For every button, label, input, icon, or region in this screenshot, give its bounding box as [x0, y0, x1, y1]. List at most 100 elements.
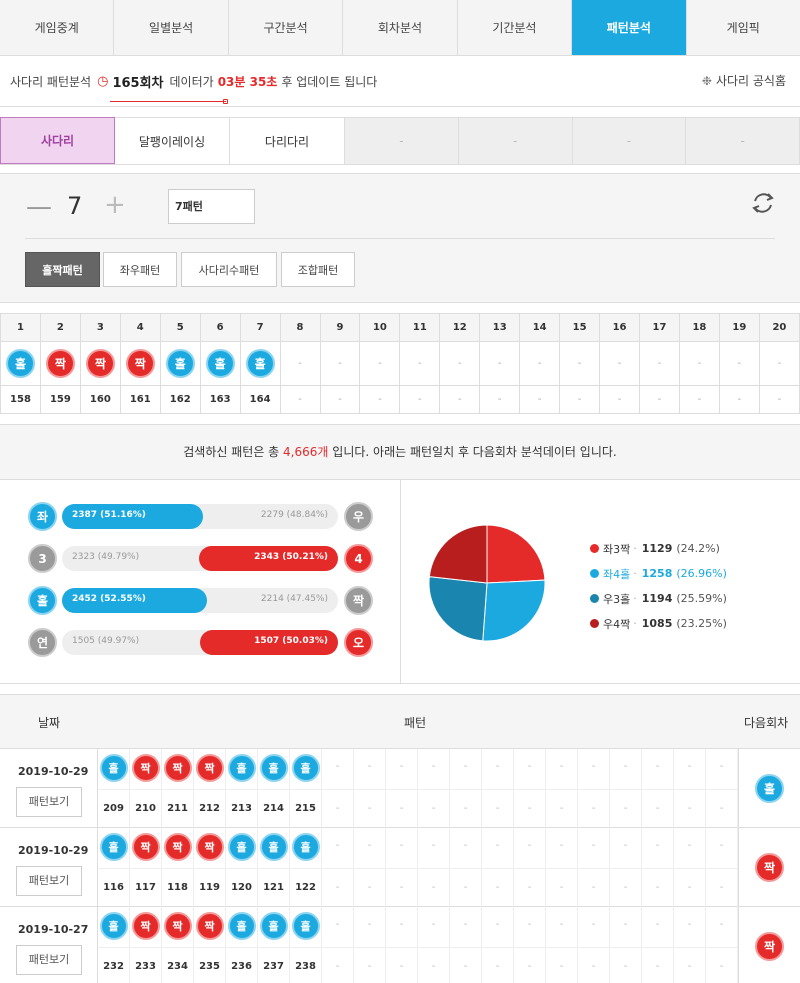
- history-ball: 홀: [227, 912, 256, 940]
- history-date-cell: 2019-10-27 패턴보기: [0, 907, 98, 983]
- history-ball: 홀: [99, 912, 128, 940]
- legend-dot: [590, 569, 599, 578]
- history-round-cell: 238: [290, 947, 322, 983]
- summary-before: 검색하신 패턴은 총: [183, 445, 280, 459]
- history-ball: 짝: [195, 833, 224, 861]
- history-ball-cell: -: [322, 749, 354, 789]
- ratio-track: 2323 (49.79%) 2343 (50.21%): [62, 546, 338, 571]
- grid-round-cell: -: [279, 385, 321, 414]
- history-round-cell: -: [418, 947, 450, 983]
- grid-round-cell: -: [479, 385, 521, 414]
- game-tab-label: 다리다리: [264, 134, 310, 149]
- increase-button[interactable]: +: [104, 190, 126, 220]
- next-round-ball: 홀: [755, 774, 784, 803]
- history-ball-cell: -: [642, 907, 674, 947]
- history-round-cell: -: [514, 789, 546, 828]
- grid-ball-cell: -: [399, 341, 441, 386]
- pattern-length-input[interactable]: 7패턴: [168, 189, 255, 224]
- official-home-label: 사다리 공식홈: [715, 74, 786, 88]
- history-date: 2019-10-29: [18, 765, 89, 778]
- game-tab-1[interactable]: 사다리: [0, 117, 115, 164]
- history-round-cell: -: [514, 947, 546, 983]
- info-bar: 사다리 패턴분석 ◷ 165회차 데이터가 03분 35초 후 업데이트 됩니다…: [0, 56, 800, 107]
- history-round-cell: -: [482, 947, 514, 983]
- nav-tab-label: 게임픽: [726, 21, 760, 35]
- history-round-cell: 122: [290, 868, 322, 907]
- pattern-type-tab-4[interactable]: 조합패턴: [281, 252, 355, 287]
- result-ball: 짝: [125, 349, 155, 378]
- history-round-cell: -: [450, 947, 482, 983]
- nav-tab-3[interactable]: 구간분석: [229, 0, 344, 55]
- legend-dot: [590, 619, 599, 628]
- history-ball-cell: -: [578, 828, 610, 868]
- pie-slice-4: [428, 524, 488, 584]
- ratio-right-ball: 우: [344, 502, 373, 531]
- history-round-cell: -: [610, 947, 642, 983]
- history-ball-cell: -: [450, 907, 482, 947]
- grid-round-cell: 162: [159, 385, 201, 414]
- pattern-control-panel: — 7 + 7패턴 홀짝패턴 좌우패턴 사다리수패턴 조합패턴: [0, 173, 800, 303]
- next-round-ball: 짝: [755, 853, 784, 882]
- history-row: 2019-10-29 패턴보기 홀 116 짝 117 짝 118 짝 119 홀 120 홀 121 홀 1…: [0, 828, 800, 907]
- pattern-type-tab-3[interactable]: 사다리수패턴: [181, 252, 277, 287]
- result-ball: 짝: [85, 349, 115, 378]
- pattern-type-tab-2[interactable]: 좌우패턴: [103, 252, 177, 287]
- grid-column-header: 4: [119, 313, 161, 342]
- game-tab-2[interactable]: 달팽이레이싱: [115, 117, 230, 164]
- history-ball: 홀: [291, 833, 320, 861]
- history-header: 날짜 패턴 다음회차: [0, 695, 800, 749]
- nav-tab-7[interactable]: 게임픽: [687, 0, 800, 55]
- view-pattern-button[interactable]: 패턴보기: [16, 945, 82, 975]
- history-round-cell: 210: [130, 789, 162, 828]
- history-ball: 홀: [227, 833, 256, 861]
- nav-tab-6[interactable]: 패턴분석: [572, 0, 687, 55]
- history-ball: 홀: [259, 833, 288, 861]
- pattern-type-tab-1[interactable]: 홀짝패턴: [25, 252, 100, 287]
- legend-sep: ·: [633, 542, 637, 555]
- legend-sep: ·: [633, 617, 637, 630]
- nav-tab-4[interactable]: 회차분석: [343, 0, 458, 55]
- legend-item: 좌3짝 · 1129 (24.2%): [590, 536, 727, 561]
- grid-ball-cell: -: [519, 341, 561, 386]
- pie-legend: 좌3짝 · 1129 (24.2%) 좌4홀 · 1258 (26.96%) 우3홀 · 11…: [590, 536, 727, 636]
- view-pattern-button[interactable]: 패턴보기: [16, 787, 82, 817]
- nav-tab-5[interactable]: 기간분석: [458, 0, 573, 55]
- summary-after: 입니다. 아래는 패턴일치 후 다음회차 분석데이터 입니다.: [332, 445, 617, 459]
- nav-tab-2[interactable]: 일별분석: [114, 0, 229, 55]
- history-pattern-cells: 홀 209 짝 210 짝 211 짝 212 홀 213 홀 214 홀 215- - - - - - - - - - - -…: [98, 749, 738, 828]
- history-round-cell: 211: [162, 789, 194, 828]
- legend-value: 1085: [641, 617, 673, 630]
- history-ball-cell: -: [546, 828, 578, 868]
- history-ball-cell: 짝: [194, 907, 226, 947]
- history-ball-cell: -: [546, 907, 578, 947]
- history-round-cell: -: [450, 868, 482, 907]
- grid-ball-cell: -: [718, 341, 760, 386]
- grid-ball-cell: -: [559, 341, 601, 386]
- history-ball-cell: -: [418, 828, 450, 868]
- history-date: 2019-10-29: [18, 844, 89, 857]
- decrease-button[interactable]: —: [26, 192, 52, 222]
- game-tab-3[interactable]: 다리다리: [230, 117, 345, 164]
- grid-column-header: 17: [639, 313, 680, 342]
- grid-round-cell: -: [599, 385, 640, 414]
- grid-round-cell: 159: [39, 385, 81, 414]
- next-round-ball: 짝: [755, 932, 784, 961]
- grid-round-cell: 164: [239, 385, 281, 414]
- official-home-link[interactable]: ❉ 사다리 공식홈: [702, 72, 786, 89]
- grid-column-header: 6: [199, 313, 241, 342]
- history-ball-cell: 홀: [98, 907, 130, 947]
- refresh-icon[interactable]: [749, 189, 777, 217]
- history-ball-cell: -: [482, 907, 514, 947]
- history-ball-cell: 짝: [130, 828, 162, 868]
- history-round-cell: -: [610, 868, 642, 907]
- ratio-left-text: 2323 (49.79%): [72, 552, 140, 562]
- history-round-cell: -: [418, 868, 450, 907]
- history-round-cell: 234: [162, 947, 194, 983]
- history-ball-cell: -: [482, 828, 514, 868]
- grid-round-cell: -: [519, 385, 561, 414]
- view-pattern-button[interactable]: 패턴보기: [16, 866, 82, 896]
- nav-tab-1[interactable]: 게임중계: [0, 0, 115, 55]
- history-ball-cell: -: [386, 907, 418, 947]
- ratio-left-text: 2452 (52.55%): [72, 594, 146, 604]
- search-summary: 검색하신 패턴은 총 4,666개 입니다. 아래는 패턴일치 후 다음회차 분…: [0, 424, 800, 480]
